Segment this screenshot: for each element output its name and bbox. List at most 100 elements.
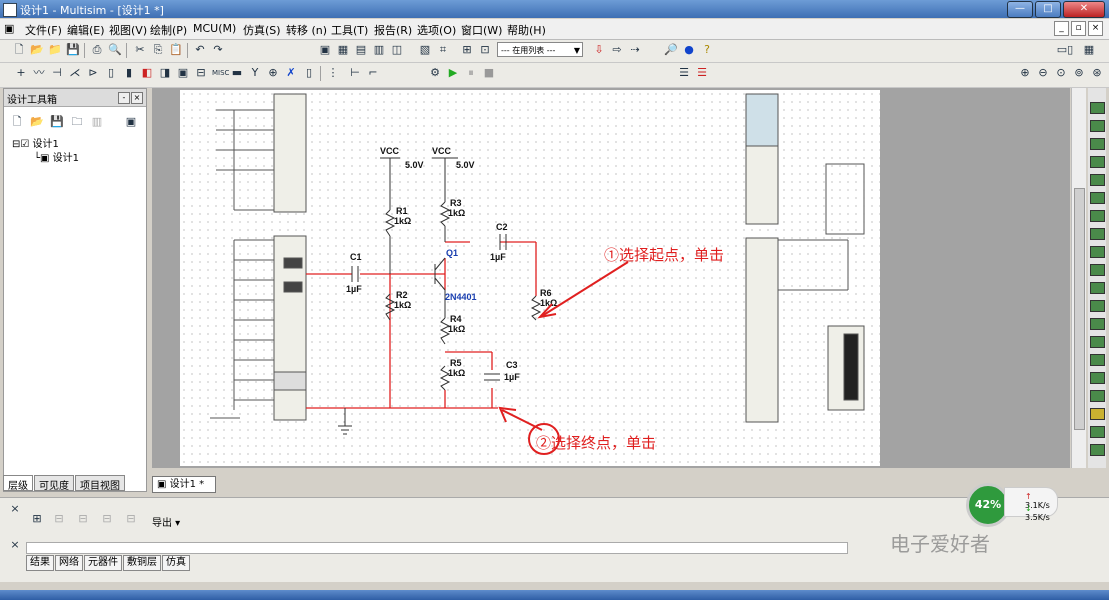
multimeter-icon[interactable] [1090, 102, 1105, 114]
menu-tools[interactable]: 工具(T) [331, 22, 368, 38]
tab-components[interactable]: 元器件 [84, 555, 122, 571]
place-mixed-icon[interactable]: ◨ [158, 66, 172, 80]
menu-simulate[interactable]: 仿真(S) [243, 22, 281, 38]
place-cmos-icon[interactable]: ▮ [122, 66, 136, 80]
place-hier-block-icon[interactable]: ⋮ [326, 66, 340, 80]
run-simulation-icon[interactable]: ▶ [446, 66, 460, 80]
zoom-in-icon[interactable]: ⊕ [1018, 66, 1032, 80]
place-electromech-icon[interactable]: ⊕ [266, 66, 280, 80]
menu-help[interactable]: 帮助(H) [507, 22, 546, 38]
tab-results[interactable]: 结果 [26, 555, 54, 571]
place-source-icon[interactable]: + [14, 66, 28, 80]
hide-icon[interactable]: ▥ [90, 115, 104, 129]
probe-icon[interactable]: ☰ [677, 66, 691, 80]
spreadsheet-view-icon[interactable]: ▦ [336, 43, 350, 57]
logic-analyzer-icon[interactable] [1090, 246, 1105, 258]
place-mcu-icon[interactable]: ▯ [302, 66, 316, 80]
paste-row-icon[interactable]: ⊟ [76, 512, 90, 526]
menu-transfer[interactable]: 转移 (n) [286, 22, 327, 38]
probe-settings-icon[interactable]: ☰ [695, 66, 709, 80]
agilent-generator-icon[interactable] [1090, 354, 1105, 366]
agilent-multimeter-icon[interactable] [1090, 372, 1105, 384]
place-analog-icon[interactable]: ⊳ [86, 66, 100, 80]
close-design-icon[interactable]: 🗀 [70, 115, 84, 129]
open-sample-icon[interactable]: 📁 [48, 43, 62, 57]
function-generator-icon[interactable] [1090, 120, 1105, 132]
place-transistor-icon[interactable]: ⋌ [68, 66, 82, 80]
agilent-scope-icon[interactable] [1090, 390, 1105, 402]
menu-file[interactable]: 文件(F) [25, 22, 62, 38]
doc-tab-design1[interactable]: ▣ 设计1 * [152, 476, 216, 493]
sort-icon[interactable]: ⊟ [124, 512, 138, 526]
frequency-counter-icon[interactable] [1090, 210, 1105, 222]
inuse-list-combo[interactable]: --- 在用列表 --- ▼ [497, 42, 583, 57]
zoom-area-icon[interactable]: ⊙ [1054, 66, 1068, 80]
grapher-icon[interactable]: ◫ [390, 43, 404, 57]
go-to-icon[interactable]: ⊞ [30, 512, 44, 526]
copy-icon[interactable]: ⎘ [151, 43, 165, 57]
doc-menu-icon[interactable]: ▣ [4, 22, 14, 35]
schematic-sheet[interactable]: VCC VCC 5.0V 5.0V R1 1kΩ R2 1kΩ R3 1kΩ R… [180, 90, 880, 466]
menu-place[interactable]: 绘制(P) [150, 22, 187, 38]
results-area[interactable] [26, 542, 848, 554]
close-button[interactable]: ✕ [1063, 1, 1105, 18]
new-design-icon[interactable]: 🗋 [10, 115, 24, 129]
panel-close-button[interactable]: × [131, 92, 143, 104]
export-button[interactable]: 导出 ▾ [152, 514, 180, 529]
doc-minimize-button[interactable]: _ [1054, 21, 1069, 36]
new-file-icon[interactable]: 🗋 [12, 43, 26, 57]
zoom-out-icon[interactable]: ⊖ [1036, 66, 1050, 80]
tab-nets[interactable]: 网络 [55, 555, 83, 571]
tab-hierarchy[interactable]: 层级 [3, 475, 33, 492]
cut-icon[interactable]: ✂ [133, 43, 147, 57]
wattmeter-icon[interactable] [1090, 138, 1105, 150]
zoom-fit-icon[interactable]: ⊛ [1090, 66, 1104, 80]
spectrum-analyzer-icon[interactable] [1090, 318, 1105, 330]
iv-analyzer-icon[interactable] [1090, 282, 1105, 294]
print-icon[interactable]: ⎙ [90, 43, 104, 57]
place-bus-icon[interactable]: ⊢ [348, 66, 362, 80]
tree-item-child[interactable]: └▣ 设计1 [34, 149, 79, 164]
tab-project-view[interactable]: 项目视图 [75, 475, 125, 492]
tab-simulation[interactable]: 仿真 [162, 555, 190, 571]
open-folder-icon[interactable]: 📂 [30, 43, 44, 57]
tektronix-scope-icon[interactable] [1090, 426, 1105, 438]
postprocessor-icon[interactable]: ▧ [418, 43, 432, 57]
word-generator-icon[interactable] [1090, 228, 1105, 240]
menu-options[interactable]: 选项(O) [417, 22, 456, 38]
education-site-icon[interactable]: ● [682, 43, 696, 57]
find-examples-icon[interactable]: 🔎 [664, 43, 678, 57]
place-ni-icon[interactable]: ✗ [284, 66, 298, 80]
copy-row-icon[interactable]: ⊟ [52, 512, 66, 526]
multisim-app-icon[interactable] [3, 3, 17, 17]
oscilloscope-icon[interactable] [1090, 156, 1105, 168]
place-misc-icon[interactable]: MISC [212, 66, 229, 80]
maximize-button[interactable]: □ [1035, 1, 1061, 18]
database-manager-icon[interactable]: ▤ [354, 43, 368, 57]
simulate-settings-icon[interactable]: ⚙ [428, 66, 442, 80]
backannotate-icon[interactable]: ⇩ [592, 43, 606, 57]
doc-close-button[interactable]: × [1088, 21, 1103, 36]
place-diode-icon[interactable]: ⊣ [50, 66, 64, 80]
place-misc-digital-icon[interactable]: ◧ [140, 66, 154, 80]
bode-plotter-icon[interactable] [1090, 192, 1105, 204]
place-indicator-icon[interactable]: ▣ [176, 66, 190, 80]
menu-view[interactable]: 视图(V) [109, 22, 147, 38]
filter-icon[interactable]: ⊟ [100, 512, 114, 526]
component-wizard-icon[interactable]: ▥ [372, 43, 386, 57]
pause-simulation-icon[interactable]: ⏸ [464, 66, 478, 80]
paste-icon[interactable]: 📋 [169, 43, 183, 57]
labview-icon[interactable] [1090, 408, 1105, 420]
place-power-icon[interactable]: ⊟ [194, 66, 208, 80]
erc-icon[interactable]: ⌗ [436, 43, 450, 57]
transfer-icon[interactable]: ⇢ [628, 43, 642, 57]
menu-reports[interactable]: 报告(R) [374, 22, 412, 38]
grid-toggle-icon[interactable]: ▦ [1082, 43, 1096, 57]
redo-icon[interactable]: ↷ [211, 43, 225, 57]
help-icon[interactable]: ? [700, 43, 714, 57]
menu-edit[interactable]: 编辑(E) [67, 22, 105, 38]
canvas-vertical-scrollbar[interactable] [1071, 88, 1086, 468]
instrument-toggle-icon[interactable]: ▭▯ [1052, 43, 1078, 57]
undo-icon[interactable]: ↶ [193, 43, 207, 57]
schematic-canvas-area[interactable]: VCC VCC 5.0V 5.0V R1 1kΩ R2 1kΩ R3 1kΩ R… [152, 88, 1070, 468]
